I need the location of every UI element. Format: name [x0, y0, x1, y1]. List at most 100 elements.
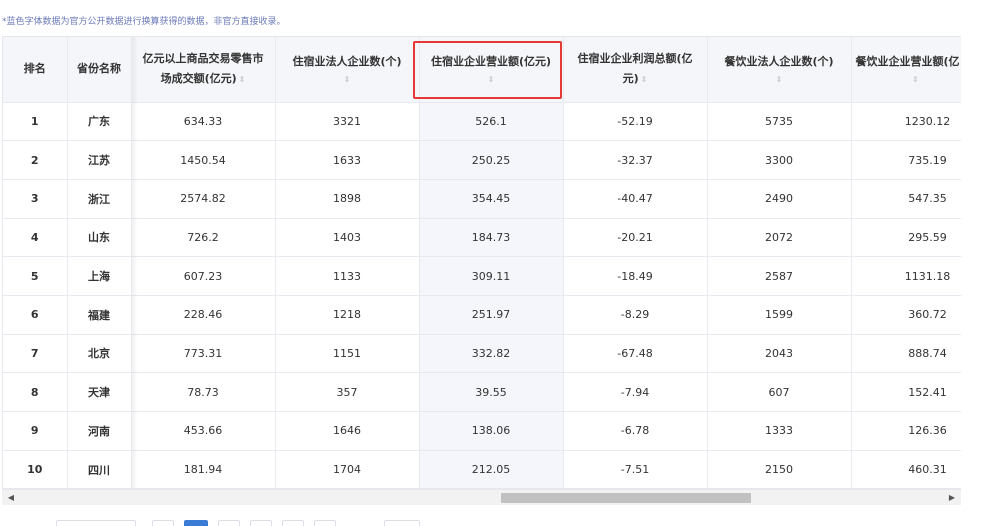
- scrollbar-thumb[interactable]: [501, 493, 751, 503]
- cell-food-revenue: 152.41: [851, 372, 961, 412]
- cell-market-turnover: 1450.54: [131, 140, 276, 180]
- cell-province: 河南: [67, 411, 132, 451]
- cell-rank: 9: [3, 411, 68, 451]
- data-source-note: *蓝色字体数据为官方公开数据进行换算获得的数据，非官方直接收录。: [2, 17, 286, 27]
- cell-hotel-revenue: 138.06: [419, 411, 564, 451]
- cell-food-revenue: 126.36: [851, 411, 961, 451]
- cell-market-turnover: 773.31: [131, 334, 276, 374]
- cell-rank: 8: [3, 372, 68, 412]
- cell-rank: 7: [3, 334, 68, 374]
- table-row[interactable]: 1 广东 634.33 3321 526.1 -52.19 5735 1230.12: [3, 102, 961, 142]
- cell-food-count: 2072: [707, 218, 852, 258]
- province-stats-table: 排名 省份名称 亿元以上商品交易零售市 场成交额(亿元) ⇕ 住宿业法人企业数(个…: [3, 37, 962, 488]
- cell-hotel-profit: -32.37: [563, 140, 708, 180]
- cell-province: 浙江: [67, 179, 132, 219]
- cell-food-count: 1599: [707, 295, 852, 335]
- table-row[interactable]: 5 上海 607.23 1133 309.11 -18.49 2587 1131.18: [3, 256, 961, 296]
- cell-province: 福建: [67, 295, 132, 335]
- table-row[interactable]: 2 江苏 1450.54 1633 250.25 -32.37 3300 735.19: [3, 140, 961, 180]
- cell-food-revenue: 735.19: [851, 140, 961, 180]
- sort-icon[interactable]: ⇕: [712, 74, 847, 86]
- table-header-row: 排名 省份名称 亿元以上商品交易零售市 场成交额(亿元) ⇕ 住宿业法人企业数(个…: [3, 37, 962, 103]
- scroll-left-icon[interactable]: ◀: [4, 490, 18, 506]
- cell-market-turnover: 78.73: [131, 372, 276, 412]
- cell-hotel-profit: -7.94: [563, 372, 708, 412]
- table-row[interactable]: 10 四川 181.94 1704 212.05 -7.51 2150 460.31: [3, 450, 961, 488]
- page-button[interactable]: [282, 520, 304, 526]
- cell-hotel-profit: -7.51: [563, 450, 708, 488]
- cell-hotel-revenue: 354.45: [419, 179, 564, 219]
- cell-food-revenue: 360.72: [851, 295, 961, 335]
- col-header-hotel-profit[interactable]: 住宿业企业利润总额(亿 元) ⇕: [563, 37, 708, 103]
- cell-hotel-revenue: 309.11: [419, 256, 564, 296]
- sort-icon[interactable]: ⇕: [239, 75, 246, 84]
- cell-hotel-count: 1403: [275, 218, 420, 258]
- cell-hotel-revenue: 250.25: [419, 140, 564, 180]
- cell-food-count: 1333: [707, 411, 852, 451]
- cell-hotel-profit: -52.19: [563, 102, 708, 142]
- cell-hotel-count: 1633: [275, 140, 420, 180]
- cell-province: 北京: [67, 334, 132, 374]
- page-prev-button[interactable]: [152, 520, 174, 526]
- cell-food-revenue: 460.31: [851, 450, 961, 488]
- cell-hotel-revenue: 526.1: [419, 102, 564, 142]
- col-header-market-turnover[interactable]: 亿元以上商品交易零售市 场成交额(亿元) ⇕: [131, 37, 276, 103]
- sort-icon[interactable]: ⇕: [856, 74, 962, 86]
- cell-rank: 1: [3, 102, 68, 142]
- page-button[interactable]: [250, 520, 272, 526]
- table-row[interactable]: 4 山东 726.2 1403 184.73 -20.21 2072 295.59: [3, 218, 961, 258]
- cell-hotel-revenue: 39.55: [419, 372, 564, 412]
- table-row[interactable]: 3 浙江 2574.82 1898 354.45 -40.47 2490 547.35: [3, 179, 961, 219]
- cell-province: 山东: [67, 218, 132, 258]
- cell-hotel-revenue: 212.05: [419, 450, 564, 488]
- col-header-food-count[interactable]: 餐饮业法人企业数(个) ⇕: [707, 37, 852, 103]
- cell-food-count: 5735: [707, 102, 852, 142]
- scroll-right-icon[interactable]: ▶: [945, 490, 959, 506]
- cell-market-turnover: 228.46: [131, 295, 276, 335]
- sort-icon[interactable]: ⇕: [280, 74, 415, 86]
- cell-market-turnover: 607.23: [131, 256, 276, 296]
- cell-food-count: 607: [707, 372, 852, 412]
- cell-market-turnover: 634.33: [131, 102, 276, 142]
- page-jump-input[interactable]: [384, 520, 420, 526]
- horizontal-scrollbar[interactable]: ◀ ▶: [2, 489, 961, 505]
- table-row[interactable]: 7 北京 773.31 1151 332.82 -67.48 2043 888.74: [3, 334, 961, 374]
- cell-hotel-profit: -18.49: [563, 256, 708, 296]
- pagination: [56, 520, 436, 526]
- cell-food-count: 2043: [707, 334, 852, 374]
- col-header-hotel-revenue[interactable]: 住宿业企业营业额(亿元) ⇕: [419, 37, 564, 103]
- cell-hotel-profit: -67.48: [563, 334, 708, 374]
- cell-food-count: 2490: [707, 179, 852, 219]
- cell-hotel-count: 1646: [275, 411, 420, 451]
- cell-province: 四川: [67, 450, 132, 488]
- cell-rank: 3: [3, 179, 68, 219]
- cell-food-revenue: 295.59: [851, 218, 961, 258]
- col-header-rank: 排名: [3, 37, 68, 103]
- table-row[interactable]: 8 天津 78.73 357 39.55 -7.94 607 152.41: [3, 372, 961, 412]
- table-row[interactable]: 6 福建 228.46 1218 251.97 -8.29 1599 360.72: [3, 295, 961, 335]
- cell-food-count: 2587: [707, 256, 852, 296]
- sort-icon[interactable]: ⇕: [424, 74, 559, 86]
- cell-food-revenue: 547.35: [851, 179, 961, 219]
- cell-rank: 5: [3, 256, 68, 296]
- cell-province: 广东: [67, 102, 132, 142]
- page-next-button[interactable]: [314, 520, 336, 526]
- cell-hotel-count: 3321: [275, 102, 420, 142]
- cell-hotel-profit: -8.29: [563, 295, 708, 335]
- cell-food-revenue: 1230.12: [851, 102, 961, 142]
- cell-hotel-revenue: 332.82: [419, 334, 564, 374]
- page-size-select[interactable]: [56, 520, 136, 526]
- col-header-food-revenue[interactable]: 餐饮业企业营业额(亿 ⇕: [851, 37, 962, 103]
- cell-hotel-count: 1133: [275, 256, 420, 296]
- col-header-hotel-count[interactable]: 住宿业法人企业数(个) ⇕: [275, 37, 420, 103]
- sort-icon[interactable]: ⇕: [641, 75, 648, 84]
- page-current-button[interactable]: [184, 520, 208, 526]
- cell-hotel-count: 1218: [275, 295, 420, 335]
- page-button[interactable]: [218, 520, 240, 526]
- cell-food-revenue: 1131.18: [851, 256, 961, 296]
- cell-hotel-revenue: 184.73: [419, 218, 564, 258]
- table-row[interactable]: 9 河南 453.66 1646 138.06 -6.78 1333 126.36: [3, 411, 961, 451]
- cell-market-turnover: 2574.82: [131, 179, 276, 219]
- cell-rank: 6: [3, 295, 68, 335]
- cell-hotel-profit: -6.78: [563, 411, 708, 451]
